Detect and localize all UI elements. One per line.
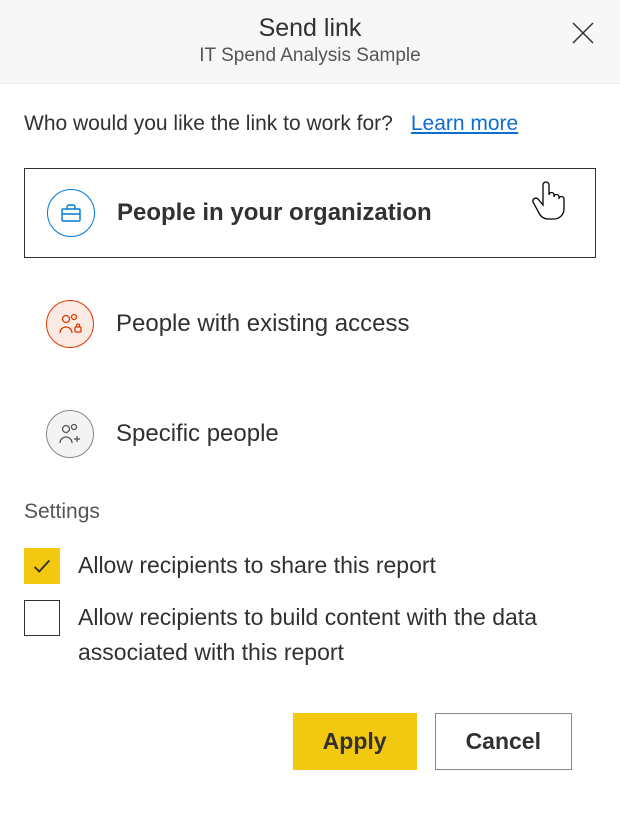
close-icon <box>568 18 598 48</box>
option-specific-people[interactable]: Specific people <box>24 390 596 478</box>
option-existing-access[interactable]: People with existing access <box>24 280 596 368</box>
briefcase-icon <box>47 189 95 237</box>
close-button[interactable] <box>568 18 598 53</box>
checkbox-label: Allow recipients to share this report <box>78 548 436 583</box>
option-people-in-org[interactable]: People in your organization <box>24 168 596 258</box>
cursor-hand-icon <box>529 179 569 228</box>
prompt-row: Who would you like the link to work for?… <box>24 112 596 136</box>
prompt-text: Who would you like the link to work for? <box>24 112 393 136</box>
dialog-title: Send link <box>20 14 600 43</box>
option-label: People with existing access <box>116 310 409 338</box>
option-label: People in your organization <box>117 199 432 227</box>
option-label: Specific people <box>116 420 279 448</box>
people-add-icon <box>46 410 94 458</box>
learn-more-link[interactable]: Learn more <box>411 112 518 136</box>
dialog-footer: Apply Cancel <box>24 685 596 770</box>
dialog-header: Send link IT Spend Analysis Sample <box>0 0 620 84</box>
settings-heading: Settings <box>24 500 596 524</box>
allow-build-checkbox[interactable] <box>24 600 60 636</box>
cancel-button[interactable]: Cancel <box>435 713 572 770</box>
checkmark-icon <box>31 555 53 577</box>
people-lock-icon <box>46 300 94 348</box>
checkbox-label: Allow recipients to build content with t… <box>78 600 596 669</box>
dialog-subtitle: IT Spend Analysis Sample <box>20 45 600 67</box>
checkbox-row-allow-share: Allow recipients to share this report <box>24 548 596 584</box>
allow-share-checkbox[interactable] <box>24 548 60 584</box>
dialog-body: Who would you like the link to work for?… <box>0 84 620 790</box>
apply-button[interactable]: Apply <box>293 713 417 770</box>
checkbox-row-allow-build: Allow recipients to build content with t… <box>24 600 596 669</box>
